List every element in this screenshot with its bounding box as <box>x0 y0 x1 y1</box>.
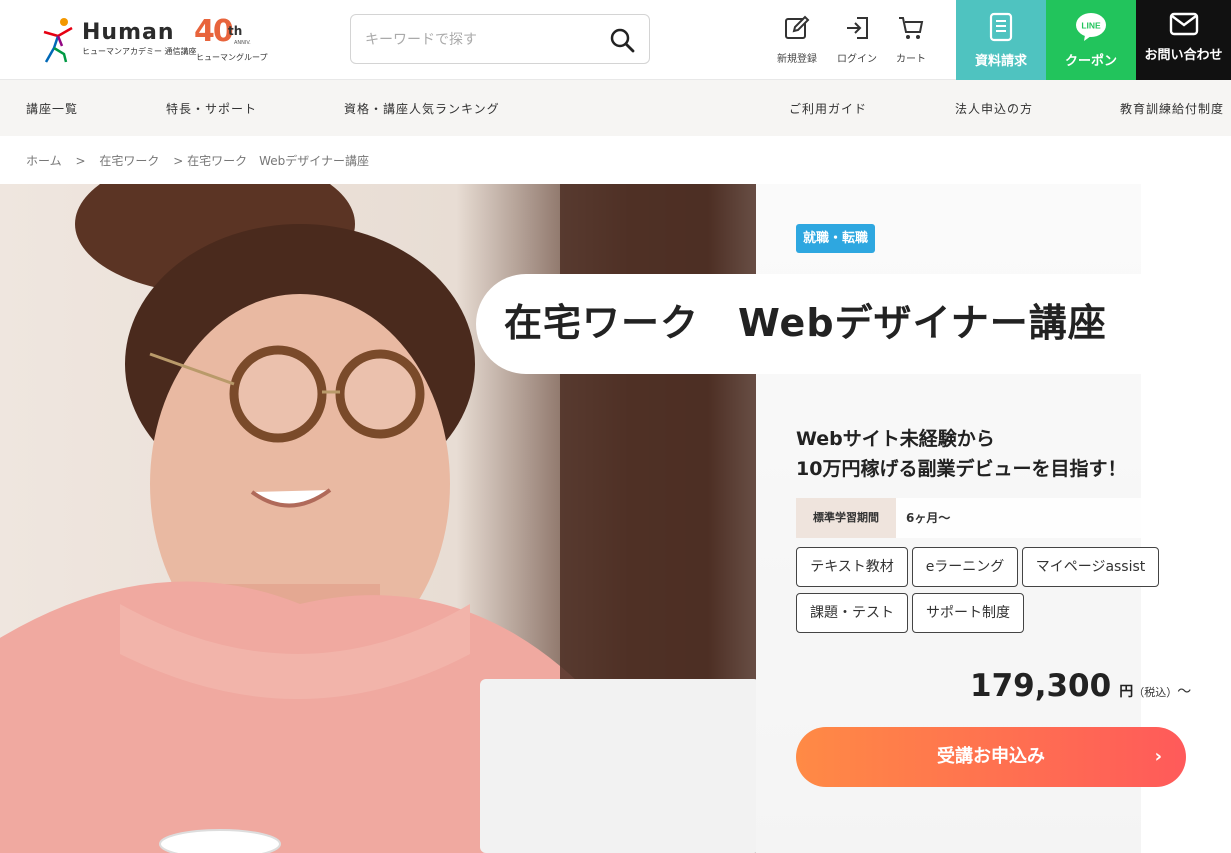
request-brochure-label: 資料請求 <box>974 54 1027 69</box>
cart-link[interactable]: カート <box>881 12 941 72</box>
course-price: 179,300 円（税込）〜 <box>970 668 1191 704</box>
feature-support-system: サポート制度 <box>912 593 1024 633</box>
price-tax-note: （税込） <box>1133 686 1178 699</box>
request-brochure-button[interactable]: 資料請求 <box>956 0 1046 80</box>
register-link[interactable]: 新規登録 <box>767 12 827 72</box>
nav-education-benefit[interactable]: 教育訓練給付制度 <box>1120 100 1224 117</box>
breadcrumb-home[interactable]: ホーム <box>26 154 62 168</box>
breadcrumb-category[interactable]: 在宅ワーク <box>99 154 159 168</box>
login-label: ログイン <box>837 54 877 65</box>
cart-label: カート <box>896 54 926 65</box>
contact-button[interactable]: お問い合わせ <box>1136 0 1231 80</box>
study-period: 標準学習期間 6ヶ月〜 <box>796 498 1141 538</box>
price-from-mark: 〜 <box>1177 684 1192 700</box>
feature-text-materials: テキスト教材 <box>796 547 908 587</box>
line-icon: LINE <box>1076 13 1106 41</box>
mail-icon <box>1169 12 1198 36</box>
site-header: Human ヒューマンアカデミー 通信講座 40 th ANNIV. ヒューマン… <box>0 0 1231 80</box>
pencil-square-icon <box>785 15 810 39</box>
line-icon-text: LINE <box>1081 21 1101 31</box>
anniversary-logo: 40 th ANNIV. ヒューマングループ <box>194 14 274 66</box>
catch-copy-line1: Webサイト未経験から <box>796 428 995 450</box>
contact-label: お問い合わせ <box>1144 48 1223 63</box>
anniversary-suffix: th <box>228 24 243 38</box>
coupon-button[interactable]: LINE クーポン <box>1046 0 1136 80</box>
login-icon <box>847 17 868 39</box>
nav-corporate[interactable]: 法人申込の方 <box>955 100 1033 117</box>
breadcrumb-separator: > <box>75 154 86 168</box>
anniversary-number: 40 <box>194 14 234 49</box>
category-tag: 就職・転職 <box>796 224 876 253</box>
human-academy-logo[interactable]: Human ヒューマンアカデミー 通信講座 <box>40 14 197 66</box>
nav-course-list[interactable]: 講座一覧 <box>26 100 78 117</box>
cart-icon <box>899 17 924 39</box>
search-input[interactable] <box>365 27 595 53</box>
human-figure-icon <box>43 18 73 63</box>
breadcrumb-current: > 在宅ワーク Webデザイナー講座 <box>173 154 369 168</box>
study-period-label: 標準学習期間 <box>796 498 896 538</box>
apply-button[interactable]: 受講お申込み › <box>796 727 1186 787</box>
feature-mypage-assist: マイページassist <box>1022 547 1159 587</box>
feature-elearning: eラーニング <box>912 547 1018 587</box>
register-label: 新規登録 <box>777 54 817 65</box>
nav-ranking[interactable]: 資格・講座人気ランキング <box>344 100 500 117</box>
document-list-icon <box>989 12 1013 42</box>
brand-subtitle: ヒューマンアカデミー 通信講座 <box>82 47 197 56</box>
anniversary-tag: ANNIV. <box>234 40 251 46</box>
study-period-value: 6ヶ月〜 <box>906 511 951 525</box>
feature-assignments-tests: 課題・テスト <box>796 593 908 633</box>
coupon-label: クーポン <box>1064 54 1117 69</box>
anniversary-subtitle: ヒューマングループ <box>196 53 268 62</box>
breadcrumb: ホーム > 在宅ワーク > 在宅ワーク Webデザイナー講座 <box>26 152 379 169</box>
search-icon <box>610 28 635 53</box>
price-value: 179,300 <box>970 668 1112 704</box>
search-box <box>350 14 650 64</box>
catch-copy-line2: 10万円稼げる副業デビューを目指す！ <box>796 458 1127 480</box>
catch-copy: Webサイト未経験から 10万円稼げる副業デビューを目指す！ <box>796 424 1126 484</box>
main-nav: 講座一覧 特長・サポート 資格・講座人気ランキング ご利用ガイド 法人申込の方 … <box>0 80 1231 136</box>
price-unit: 円 <box>1119 684 1134 700</box>
apply-button-label: 受講お申込み <box>937 746 1045 767</box>
nav-guide[interactable]: ご利用ガイド <box>789 100 867 117</box>
course-title: 在宅ワーク Webデザイナー講座 <box>504 301 1107 345</box>
search-button[interactable] <box>607 25 637 55</box>
login-link[interactable]: ログイン <box>827 12 887 72</box>
brand-wordmark: Human <box>82 20 175 45</box>
nav-features-support[interactable]: 特長・サポート <box>166 100 257 117</box>
chevron-right-icon: › <box>1154 746 1162 767</box>
